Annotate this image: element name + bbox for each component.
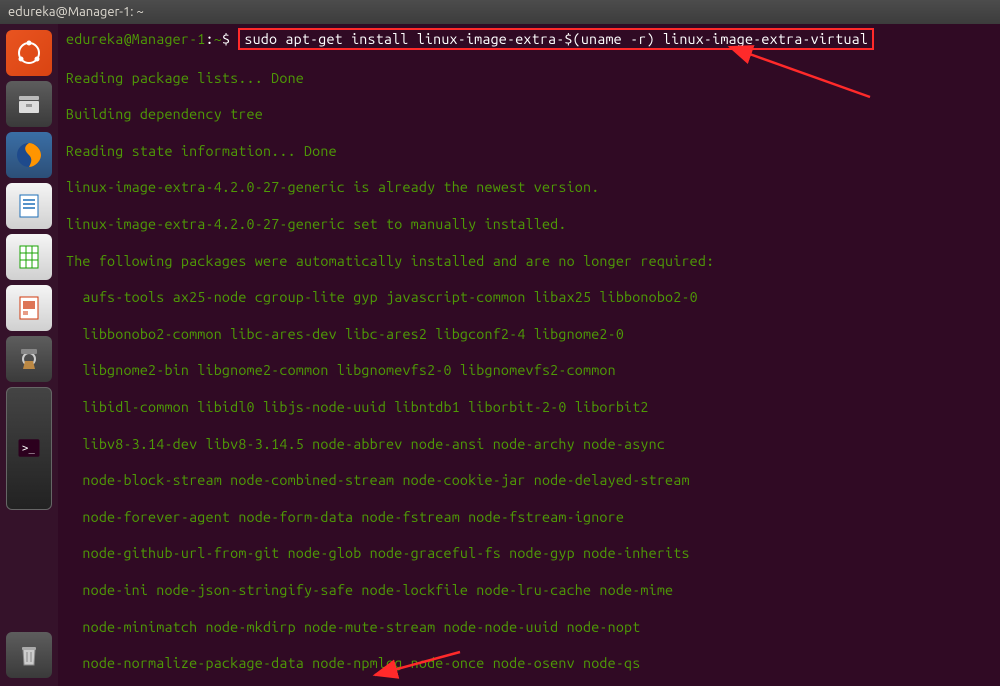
output-line: aufs-tools ax25-node cgroup-lite gyp jav…: [66, 288, 992, 306]
files-icon[interactable]: [6, 81, 52, 127]
output-line: Reading package lists... Done: [66, 69, 992, 87]
prompt-sep: :: [206, 31, 214, 47]
unity-launcher: >_: [0, 24, 58, 686]
highlighted-command: sudo apt-get install linux-image-extra-$…: [238, 28, 874, 50]
libreoffice-impress-icon[interactable]: [6, 285, 52, 331]
output-line: node-forever-agent node-form-data node-f…: [66, 508, 992, 526]
output-line: node-github-url-from-git node-glob node-…: [66, 544, 992, 562]
main-area: >_ edureka@Manager-1:~$ sudo apt-get ins…: [0, 24, 1000, 686]
output-line: The following packages were automaticall…: [66, 252, 992, 270]
output-line: node-ini node-json-stringify-safe node-l…: [66, 581, 992, 599]
output-line: libgnome2-bin libgnome2-common libgnomev…: [66, 361, 992, 379]
output-line: libbonobo2-common libc-ares-dev libc-are…: [66, 325, 992, 343]
libreoffice-calc-icon[interactable]: [6, 234, 52, 280]
prompt-user: edureka@Manager-1: [66, 31, 206, 47]
command-text: sudo apt-get install linux-image-extra-$…: [244, 31, 868, 47]
dash-icon[interactable]: [6, 30, 52, 76]
output-line: linux-image-extra-4.2.0-27-generic set t…: [66, 215, 992, 233]
window-title: edureka@Manager-1: ~: [8, 5, 144, 19]
prompt-dollar: $: [222, 31, 230, 47]
svg-text:>_: >_: [22, 443, 35, 455]
output-line: libv8-3.14-dev libv8-3.14.5 node-abbrev …: [66, 435, 992, 453]
output-line: Reading state information... Done: [66, 142, 992, 160]
terminal-output[interactable]: edureka@Manager-1:~$ sudo apt-get instal…: [58, 24, 1000, 686]
output-line: linux-image-extra-4.2.0-27-generic is al…: [66, 178, 992, 196]
window-title-bar: edureka@Manager-1: ~: [0, 0, 1000, 24]
trash-icon[interactable]: [6, 632, 52, 678]
settings-icon[interactable]: [6, 336, 52, 382]
firefox-icon[interactable]: [6, 132, 52, 178]
prompt-path: ~: [214, 31, 222, 47]
output-line: libidl-common libidl0 libjs-node-uuid li…: [66, 398, 992, 416]
libreoffice-writer-icon[interactable]: [6, 183, 52, 229]
terminal-icon[interactable]: >_: [6, 387, 52, 510]
output-line: node-block-stream node-combined-stream n…: [66, 471, 992, 489]
output-line: Building dependency tree: [66, 105, 992, 123]
output-line: node-normalize-package-data node-npmlog …: [66, 654, 992, 672]
output-line: node-minimatch node-mkdirp node-mute-str…: [66, 618, 992, 636]
